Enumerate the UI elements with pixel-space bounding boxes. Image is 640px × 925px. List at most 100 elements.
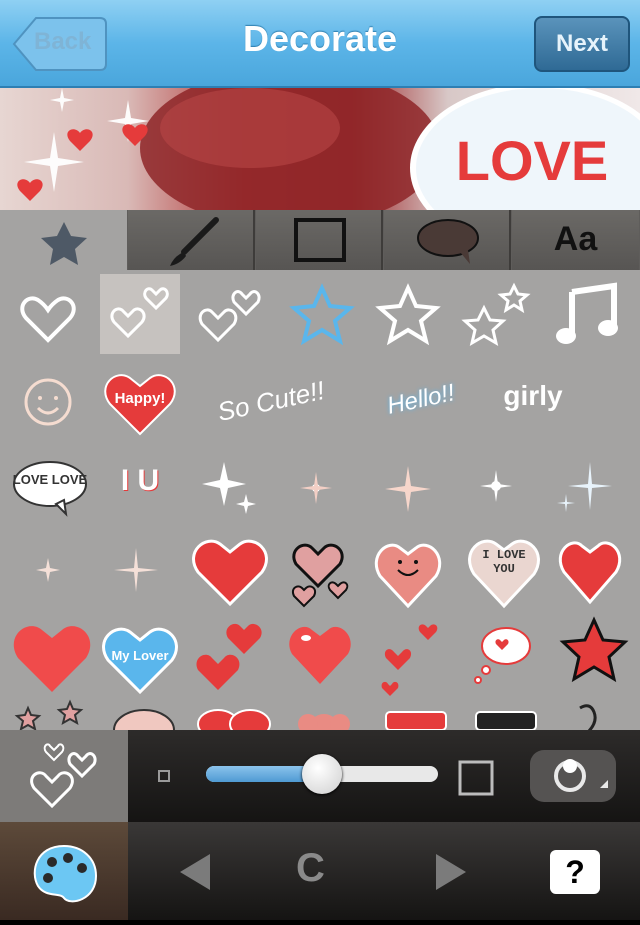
girly-text: girly [503,380,563,411]
sticker-blue-star[interactable] [276,274,364,362]
sticker-hearts-outline[interactable] [274,526,362,614]
size-large-icon [458,760,494,796]
hearts-icon [30,743,97,809]
stars-icon [14,699,84,730]
sticker-my-lover[interactable]: My Lover [96,610,184,698]
previous-icon[interactable] [176,850,216,894]
curl-icon [579,704,597,730]
sticker-stars-pair[interactable] [452,274,540,362]
sticker-sparkle-large[interactable] [184,442,272,530]
sparkle-icon [202,462,256,514]
category-tabs: Aa [0,210,640,270]
hearts-icon [381,624,438,696]
navigation-bar: Back Decorate Next [0,0,640,88]
next-icon[interactable] [430,850,470,894]
tab-balloon[interactable] [384,210,511,270]
sticker-red-heart[interactable] [8,610,96,698]
size-small-icon [158,770,170,782]
sticker-smiling-heart[interactable] [364,526,452,614]
size-slider-thumb[interactable] [302,754,342,794]
sticker-red-heart-pin[interactable] [550,526,638,614]
so-cute-text: So Cute!! [214,375,328,427]
star-icon [559,616,629,683]
help-button[interactable]: ? [550,850,600,894]
sticker-smiley[interactable] [4,358,92,446]
sticker-glossy-heart[interactable] [280,610,368,698]
speech-balloon-icon [417,219,479,264]
sticker-scribble-heart[interactable] [186,526,274,614]
heart-icon [558,541,622,605]
sticker-bow-character[interactable] [100,694,188,730]
sticker-i-love-you-heart[interactable]: I LOVE YOU [460,526,548,614]
sticker-black-label[interactable] [462,694,550,730]
photo-preview[interactable]: LOVE [0,88,640,210]
love-sticker-text: LOVE [456,129,608,192]
sticker-happy-heart[interactable]: Happy! [96,358,184,446]
sticker-hearts-trio-selected[interactable] [100,274,180,354]
sticker-heart-bubble[interactable] [462,610,550,698]
sticker-curl[interactable] [550,694,638,730]
next-label: Next [555,30,609,57]
palette-button[interactable] [0,822,128,920]
sticker-red-star[interactable] [550,610,638,698]
heart-icon [13,626,91,692]
hearts-icon [198,290,261,343]
hearts-icon [110,287,169,339]
sticker-sparkle-glow[interactable] [272,442,360,530]
tab-stamp[interactable] [0,210,127,270]
selected-sticker-preview [0,730,128,822]
heart-icon [192,539,268,607]
tab-text[interactable]: Aa [512,210,639,270]
next-button[interactable]: Next [534,16,630,72]
sticker-star-outline[interactable] [364,274,452,362]
sparkle-icon [385,466,431,512]
tab-frame[interactable] [256,210,383,270]
speech-balloon-icon [474,627,531,684]
rotate-button[interactable] [530,750,616,802]
sticker-heart-outline[interactable] [4,274,92,362]
palette-icon [33,844,98,903]
stars-icon [461,282,531,347]
help-icon: ? [565,854,585,890]
star-outline-icon [375,283,441,346]
sticker-sparkle-pink[interactable] [364,442,452,530]
star-icon [41,222,87,265]
bow-icon [113,709,175,730]
rotate-icon [554,759,608,792]
sticker-flower[interactable] [280,694,368,730]
sticker-scribble-label[interactable] [372,694,460,730]
heart-icon [289,626,351,684]
sticker-polka-bow[interactable] [188,694,276,730]
label-icon [385,711,447,730]
sticker-hearts-pair[interactable] [188,274,276,362]
sticker-small-hearts[interactable] [368,610,456,698]
tab-brush[interactable] [128,210,255,270]
glow-heart-icon [20,296,76,343]
sticker-i-love-u[interactable]: I U [96,442,184,530]
sticker-girly[interactable]: girly [488,362,578,450]
size-controls [0,730,640,822]
text-icon: Aa [553,220,598,258]
bow-icon [197,709,271,730]
sparkle-icon [36,558,60,582]
sticker-sparkle-thin[interactable] [92,526,180,614]
hearts-icon [292,543,349,608]
sparkle-icon [114,548,158,592]
sticker-sparkle-white[interactable] [452,442,540,530]
sparkle-icon [480,470,512,502]
star-outline-icon [289,283,355,346]
sticker-music-note[interactable] [544,274,632,362]
sticker-sparkle-small[interactable] [4,526,92,614]
label-icon [475,711,537,730]
clear-button[interactable]: C [296,846,325,891]
sticker-small-stars[interactable] [8,694,96,730]
i-love-you-text: I LOVE YOU [482,548,526,576]
music-note-icon [556,282,618,344]
sparkle-icon [557,462,612,512]
sticker-sparkle-blue[interactable] [540,442,628,530]
frame-icon [294,218,346,262]
brush-icon [170,217,219,266]
smiley-icon [24,378,72,426]
sticker-dotted-hearts[interactable] [188,610,276,698]
sticker-love-love-balloon[interactable]: LOVE LOVE [6,442,94,530]
